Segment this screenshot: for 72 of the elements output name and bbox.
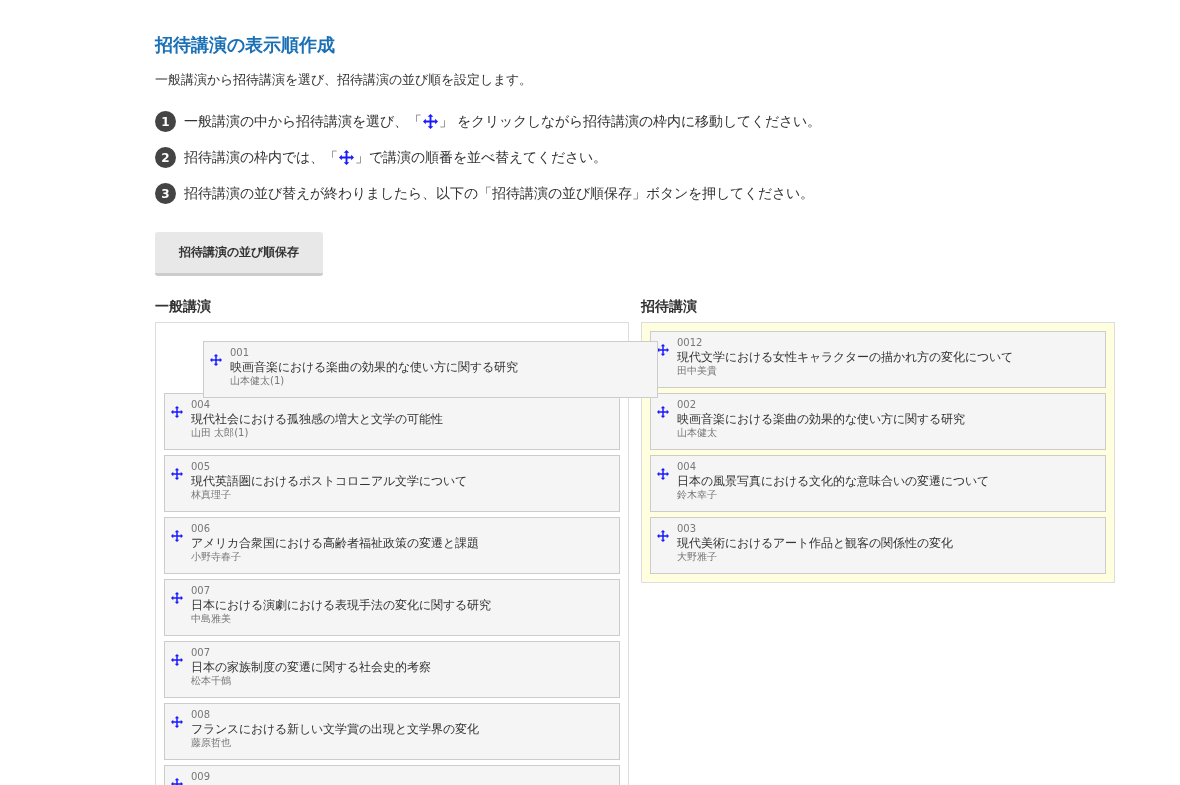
step-number-badge: 1 (155, 111, 176, 132)
lecture-number: 007 (191, 647, 212, 659)
lecture-title: アメリカ合衆国における高齢者福祉政策の変遷と課題 (191, 536, 479, 551)
lecture-number: 002 (677, 399, 698, 411)
lecture-title: フランスにおける新しい文学賞の出現と文学界の変化 (191, 722, 479, 737)
move-icon (423, 114, 438, 129)
lecture-card[interactable]: 009 (164, 765, 620, 785)
lecture-number: 004 (191, 399, 212, 411)
lecture-title: 現代美術におけるアート作品と観客の関係性の変化 (677, 536, 953, 551)
move-icon[interactable] (657, 344, 669, 356)
lecture-number: 0012 (677, 337, 704, 349)
lecture-number: 005 (191, 461, 212, 473)
lecture-title: 現代英語圏におけるポストコロニアル文学について (191, 474, 467, 489)
lecture-card[interactable]: 004 日本の風景写真における文化的な意味合いの変遷について 鈴木幸子 (650, 455, 1106, 512)
lecture-author: 中島雅美 (191, 613, 232, 626)
lecture-title: 映画音楽における楽曲の効果的な使い方に関する研究 (230, 360, 518, 375)
lecture-author: 鈴木幸子 (677, 489, 718, 502)
lecture-author: 松本千鶴 (191, 675, 232, 688)
lecture-title: 日本の風景写真における文化的な意味合いの変遷について (677, 474, 989, 489)
lecture-card[interactable]: 003 現代美術におけるアート作品と観客の関係性の変化 大野雅子 (650, 517, 1106, 574)
move-icon[interactable] (171, 716, 183, 728)
page-title: 招待講演の表示順作成 (155, 33, 336, 57)
move-icon[interactable] (657, 530, 669, 542)
move-icon[interactable] (210, 354, 222, 366)
lecture-card[interactable]: 004 現代社会における孤独感の増大と文学の可能性 山田 太郎(1) (164, 393, 620, 450)
move-icon[interactable] (171, 592, 183, 604)
dragged-lecture-card[interactable]: 001 映画音楽における楽曲の効果的な使い方に関する研究 山本健太(1) (203, 341, 658, 398)
column-heading: 一般講演 (155, 298, 212, 316)
lecture-title: 日本における演劇における表現手法の変化に関する研究 (191, 598, 491, 613)
lecture-author: 林真理子 (191, 489, 232, 502)
step-text: 招待講演の並び替えが終わりましたら、以下の「招待講演の並び順保存」ボタンを押してください。 (184, 184, 814, 203)
step-text: 」で講演の順番を並べ替えてください。 (355, 148, 607, 167)
lecture-number: 004 (677, 461, 698, 473)
lecture-author: 大野雅子 (677, 551, 718, 564)
lecture-card[interactable]: 002 映画音楽における楽曲の効果的な使い方に関する研究 山本健太 (650, 393, 1106, 450)
step-number-badge: 2 (155, 147, 176, 168)
lecture-author: 山本健太(1) (230, 375, 286, 388)
move-icon[interactable] (171, 530, 183, 542)
lecture-number: 003 (677, 523, 698, 535)
lecture-author: 小野寺春子 (191, 551, 242, 564)
lecture-title: 日本の家族制度の変遷に関する社会史的考察 (191, 660, 431, 675)
lecture-title: 現代文学における女性キャラクターの描かれ方の変化について (677, 350, 1013, 365)
lecture-number: 001 (230, 347, 251, 359)
lecture-author: 山本健太 (677, 427, 718, 440)
step-text: 一般講演の中から招待講演を選び、「 (184, 112, 422, 131)
lecture-author: 藤原哲也 (191, 737, 232, 750)
move-icon (339, 150, 354, 165)
lecture-title: 現代社会における孤独感の増大と文学の可能性 (191, 412, 443, 427)
move-icon[interactable] (171, 654, 183, 666)
lecture-card[interactable]: 006 アメリカ合衆国における高齢者福祉政策の変遷と課題 小野寺春子 (164, 517, 620, 574)
lecture-title: 映画音楽における楽曲の効果的な使い方に関する研究 (677, 412, 965, 427)
move-icon[interactable] (171, 468, 183, 480)
step-text: 」 をクリックしながら招待講演の枠内に移動してください。 (439, 112, 822, 131)
step-number-badge: 3 (155, 183, 176, 204)
lecture-card[interactable]: 007 日本における演劇における表現手法の変化に関する研究 中島雅美 (164, 579, 620, 636)
move-icon[interactable] (657, 406, 669, 418)
lecture-author: 山田 太郎(1) (191, 427, 250, 440)
lecture-number: 009 (191, 771, 211, 783)
lecture-number: 008 (191, 709, 212, 721)
column-heading: 招待講演 (641, 298, 698, 316)
move-icon[interactable] (657, 468, 669, 480)
lecture-author: 田中美貴 (677, 365, 718, 378)
lecture-number: 007 (191, 585, 212, 597)
description-text: 一般講演から招待講演を選び、招待講演の並び順を設定します。 (155, 71, 533, 89)
lecture-card[interactable]: 0012 現代文学における女性キャラクターの描かれ方の変化について 田中美貴 (650, 331, 1106, 388)
lecture-card[interactable]: 005 現代英語圏におけるポストコロニアル文学について 林真理子 (164, 455, 620, 512)
lecture-number: 006 (191, 523, 212, 535)
step-text: 招待講演の枠内では、「 (184, 148, 338, 167)
lecture-card[interactable]: 007 日本の家族制度の変遷に関する社会史的考察 松本千鶴 (164, 641, 620, 698)
save-order-button[interactable]: 招待講演の並び順保存 (155, 232, 323, 276)
move-icon[interactable] (171, 406, 183, 418)
lecture-card[interactable]: 008 フランスにおける新しい文学賞の出現と文学界の変化 藤原哲也 (164, 703, 620, 760)
